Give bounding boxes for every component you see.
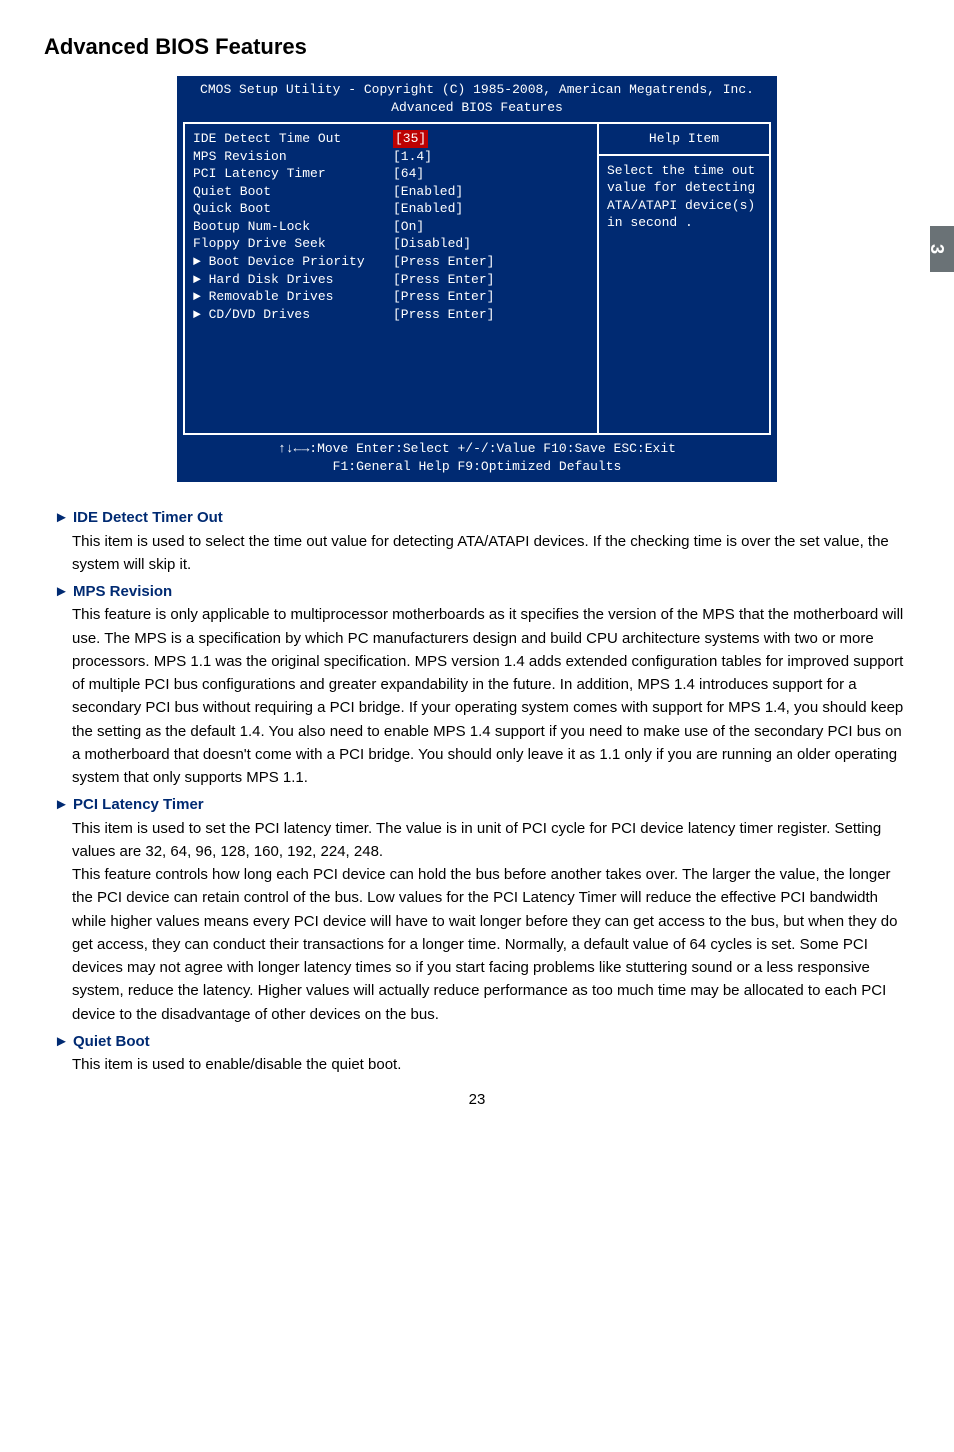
bios-row-value: [On] bbox=[393, 218, 424, 236]
bios-body: IDE Detect Time Out[35] MPS Revision[1.4… bbox=[183, 122, 771, 435]
section-body: This item is used to set the PCI latency… bbox=[48, 817, 906, 1026]
section-heading-pci-latency: ► PCI Latency Timer bbox=[62, 793, 906, 816]
bios-row-label: Quiet Boot bbox=[193, 183, 393, 201]
section-heading-quiet-boot: ► Quiet Boot bbox=[62, 1030, 906, 1053]
bios-help-body: Select the time out value for detecting … bbox=[599, 156, 769, 433]
bios-row: ► Boot Device Priority[Press Enter] bbox=[193, 253, 589, 271]
bios-row-value: [Press Enter] bbox=[393, 288, 494, 306]
bios-row: ► Removable Drives[Press Enter] bbox=[193, 288, 589, 306]
bios-row-value: [Disabled] bbox=[393, 235, 471, 253]
page-title: Advanced BIOS Features bbox=[44, 30, 906, 64]
section-heading-ide-detect: ► IDE Detect Timer Out bbox=[62, 506, 906, 529]
bios-row-value: [Enabled] bbox=[393, 183, 463, 201]
bios-row-label: ► Removable Drives bbox=[193, 288, 393, 306]
bios-header-line2: Advanced BIOS Features bbox=[183, 99, 771, 117]
bios-help-title: Help Item bbox=[599, 124, 769, 156]
bios-screenshot: CMOS Setup Utility - Copyright (C) 1985-… bbox=[177, 76, 777, 482]
section-body: This item is used to enable/disable the … bbox=[48, 1053, 906, 1076]
bios-row: Quick Boot[Enabled] bbox=[193, 200, 589, 218]
bios-row: ► Hard Disk Drives[Press Enter] bbox=[193, 271, 589, 289]
bios-row-label: PCI Latency Timer bbox=[193, 165, 393, 183]
bios-row-label: Floppy Drive Seek bbox=[193, 235, 393, 253]
bios-row: IDE Detect Time Out[35] bbox=[193, 130, 589, 148]
bios-right-panel: Help Item Select the time out value for … bbox=[599, 124, 769, 433]
bios-row-value: [Press Enter] bbox=[393, 271, 494, 289]
bios-row: PCI Latency Timer[64] bbox=[193, 165, 589, 183]
bios-row-value: [Press Enter] bbox=[393, 253, 494, 271]
bios-row: Quiet Boot[Enabled] bbox=[193, 183, 589, 201]
bios-row-value: [Press Enter] bbox=[393, 306, 494, 324]
section-body: This item is used to select the time out… bbox=[48, 530, 906, 577]
bios-row-label: ► Boot Device Priority bbox=[193, 253, 393, 271]
bios-row: Bootup Num-Lock[On] bbox=[193, 218, 589, 236]
bios-row-value: [1.4] bbox=[393, 148, 432, 166]
bios-row: Floppy Drive Seek[Disabled] bbox=[193, 235, 589, 253]
bios-row: ► CD/DVD Drives[Press Enter] bbox=[193, 306, 589, 324]
bios-row-value: [Enabled] bbox=[393, 200, 463, 218]
bios-row-label: MPS Revision bbox=[193, 148, 393, 166]
section-heading-mps-revision: ► MPS Revision bbox=[62, 580, 906, 603]
bios-footer-line2: F1:General Help F9:Optimized Defaults bbox=[183, 458, 771, 476]
page-number: 23 bbox=[48, 1088, 906, 1111]
section-body: This feature is only applicable to multi… bbox=[48, 603, 906, 789]
bios-left-panel: IDE Detect Time Out[35] MPS Revision[1.4… bbox=[185, 124, 599, 433]
bios-header: CMOS Setup Utility - Copyright (C) 1985-… bbox=[177, 76, 777, 122]
bios-row-label: ► CD/DVD Drives bbox=[193, 306, 393, 324]
bios-row-label: ► Hard Disk Drives bbox=[193, 271, 393, 289]
bios-row-label: Bootup Num-Lock bbox=[193, 218, 393, 236]
bios-row-label: Quick Boot bbox=[193, 200, 393, 218]
bios-footer: ↑↓←→:Move Enter:Select +/-/:Value F10:Sa… bbox=[177, 435, 777, 482]
bios-footer-line1: ↑↓←→:Move Enter:Select +/-/:Value F10:Sa… bbox=[183, 440, 771, 458]
bios-row-label: IDE Detect Time Out bbox=[193, 130, 393, 148]
bios-row-value: [35] bbox=[393, 130, 428, 148]
bios-header-line1: CMOS Setup Utility - Copyright (C) 1985-… bbox=[183, 81, 771, 99]
side-tab: 3 bbox=[930, 226, 954, 272]
bios-row: MPS Revision[1.4] bbox=[193, 148, 589, 166]
bios-row-value: [64] bbox=[393, 165, 424, 183]
